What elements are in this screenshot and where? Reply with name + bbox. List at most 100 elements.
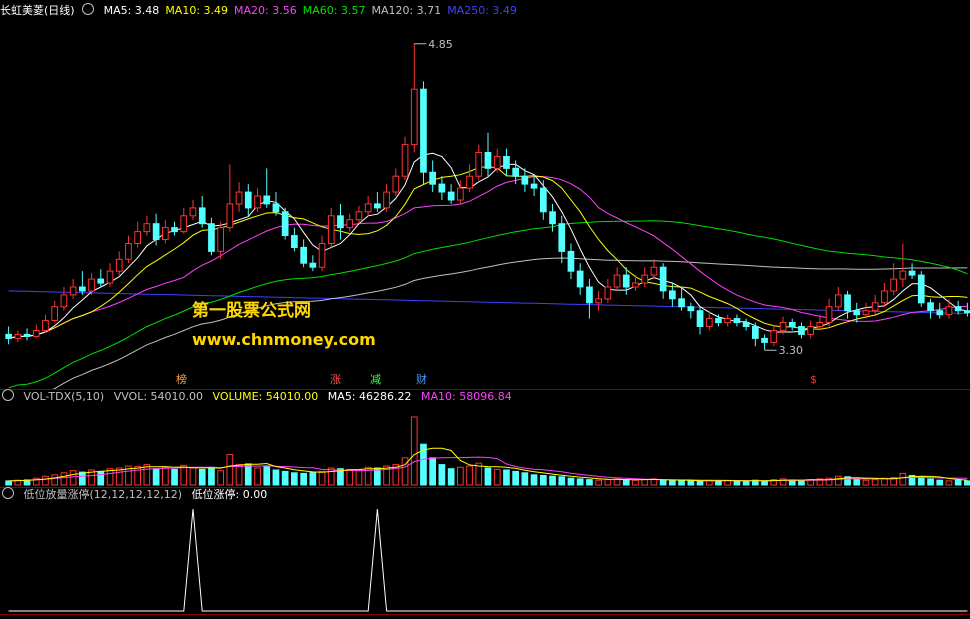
ma-legend-item: MA60: 3.57 <box>303 4 366 17</box>
indicator-name[interactable]: 低位放量涨停(12,12,12,12,12) <box>24 488 183 501</box>
volume-bar <box>190 468 196 485</box>
volume-bar <box>70 471 76 485</box>
candle-body <box>937 311 943 315</box>
volume-bar <box>928 479 934 485</box>
candle-body <box>854 311 860 315</box>
watermark-line2: www.chnmoney.com <box>192 330 376 349</box>
indicator-line <box>9 509 968 611</box>
volume-panel-header: VOL-TDX(5,10) VVOL: 54010.00 VOLUME: 540… <box>0 389 518 405</box>
volume-bar <box>688 481 694 485</box>
ma60-line <box>9 221 968 388</box>
candle-body <box>955 307 961 311</box>
watermark-line1: 第一股票公式网 <box>192 296 311 321</box>
volume-bar <box>946 481 952 485</box>
candle-body <box>845 295 851 311</box>
candle-body <box>780 323 786 331</box>
volume-bar <box>448 469 454 485</box>
volume-bar <box>356 470 362 485</box>
candle-body <box>614 275 620 287</box>
event-tag[interactable]: 减 <box>370 373 381 387</box>
high-price-label: 4.85 <box>428 38 453 51</box>
candle-body <box>24 334 30 336</box>
candle-body <box>319 244 325 268</box>
volume-bar <box>467 466 473 485</box>
volume-bar <box>485 468 491 485</box>
candle-body <box>817 323 823 327</box>
volume-bar <box>347 469 353 485</box>
candle-body <box>965 311 970 313</box>
volume-bar <box>494 469 500 485</box>
volume-bar <box>716 481 722 485</box>
candle-body <box>771 331 777 343</box>
ma-legend-item: MA120: 3.71 <box>371 4 441 17</box>
candlestick-chart[interactable]: 4.85 3.30 <box>0 18 970 390</box>
settings-circle-icon[interactable] <box>82 3 94 15</box>
candle-body <box>872 303 878 311</box>
candle-body <box>236 192 242 204</box>
candle-body <box>282 212 288 236</box>
volume-bar <box>218 471 224 485</box>
candle-body <box>670 291 676 299</box>
indicator-chart[interactable] <box>0 503 970 615</box>
volume-bar <box>623 480 629 485</box>
volume-bar <box>642 480 648 485</box>
volume-bar <box>872 480 878 485</box>
candle-body <box>836 295 842 307</box>
volume-indicator-name[interactable]: VOL-TDX(5,10) <box>24 390 105 403</box>
settings-circle-icon[interactable] <box>2 487 14 499</box>
candle-body <box>918 275 924 303</box>
vol-ma10-value: MA10: 58096.84 <box>421 390 512 403</box>
volume-bar <box>725 481 731 485</box>
vol-ma5-value: MA5: 46286.22 <box>328 390 412 403</box>
volume-bar <box>679 481 685 485</box>
candle-body <box>716 319 722 323</box>
candle-body <box>43 321 49 331</box>
volume-chart[interactable] <box>0 405 970 487</box>
volume-bar <box>587 480 593 485</box>
ma-legend: MA5: 3.48MA10: 3.49MA20: 3.56MA60: 3.57M… <box>104 4 523 17</box>
indicator-value: 低位涨停: 0.00 <box>192 488 268 501</box>
volume-bar <box>264 467 270 485</box>
volume-bar <box>605 480 611 485</box>
candle-body <box>467 176 473 188</box>
candle-body <box>458 188 464 200</box>
volume-bar <box>513 471 519 485</box>
candle-body <box>199 208 205 224</box>
candle-body <box>882 291 888 303</box>
candle-body <box>245 192 251 208</box>
event-tag[interactable]: 财 <box>416 373 427 387</box>
candle-body <box>52 307 58 321</box>
candle-body <box>328 216 334 244</box>
candle-body <box>651 267 657 275</box>
candle-body <box>273 204 279 212</box>
candle-body <box>633 283 639 287</box>
volume-bar <box>458 467 464 485</box>
event-tag[interactable]: 涨 <box>330 373 341 387</box>
event-tag[interactable]: 榜 <box>176 373 187 387</box>
candle-body <box>181 216 187 232</box>
candle-body <box>706 319 712 327</box>
candle-body <box>218 228 224 252</box>
candle-body <box>430 172 436 184</box>
volume-bar <box>633 480 639 485</box>
ma10-line <box>9 167 968 339</box>
event-tag[interactable]: $ <box>810 373 817 387</box>
candle-body <box>679 299 685 307</box>
low-price-label: 3.30 <box>779 344 804 357</box>
candle-body <box>799 327 805 335</box>
candle-body <box>531 184 537 188</box>
volume-bar <box>660 480 666 485</box>
candle-body <box>89 279 95 291</box>
volume-bar <box>163 467 169 485</box>
settings-circle-icon[interactable] <box>2 389 14 401</box>
candle-body <box>946 307 952 315</box>
volume-bar <box>245 464 251 485</box>
stock-title[interactable]: 长虹美菱(日线) <box>0 4 75 17</box>
candle-body <box>153 224 159 240</box>
candle-body <box>688 307 694 311</box>
volume-bar <box>762 481 768 485</box>
candle-body <box>725 319 731 323</box>
candle-body <box>61 295 67 307</box>
candle-body <box>421 89 427 172</box>
candle-body <box>522 176 528 184</box>
